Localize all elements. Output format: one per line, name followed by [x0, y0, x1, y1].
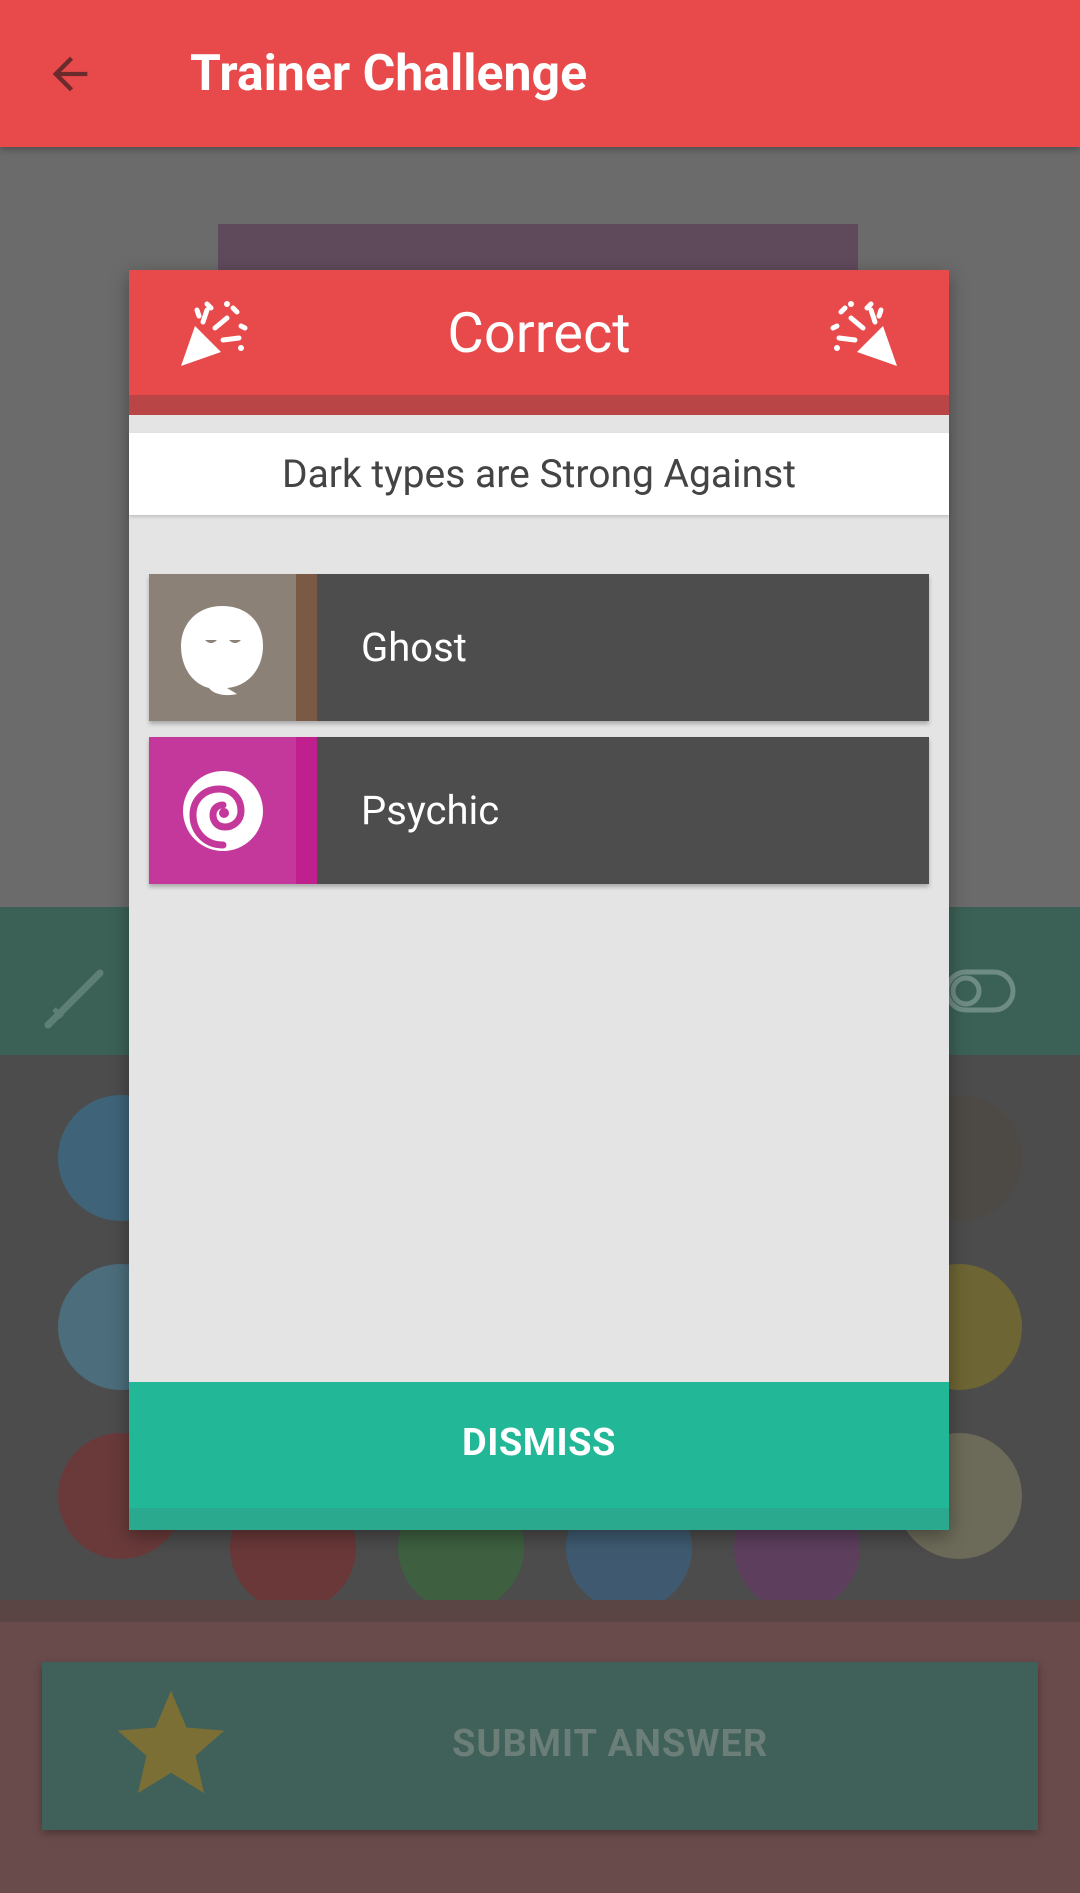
- dismiss-button[interactable]: DISMISS: [129, 1382, 949, 1530]
- star-icon: [117, 1690, 225, 1794]
- submit-answer-label: SUBMIT ANSWER: [452, 1722, 769, 1766]
- app-bar: Trainer Challenge: [0, 0, 1080, 147]
- sword-icon: [44, 969, 104, 1029]
- dialog-header-shadow: [129, 395, 949, 415]
- subtitle-bar: Dark types are Strong Against: [129, 433, 949, 515]
- type-accent-bar: [296, 574, 317, 721]
- dialog-title: Correct: [447, 300, 631, 366]
- type-accent-bar: [296, 737, 317, 884]
- type-icon-box: [149, 574, 296, 721]
- type-icon-box: [149, 737, 296, 884]
- ghost-icon: [181, 606, 263, 696]
- type-label: Psychic: [361, 787, 500, 834]
- dismiss-button-shadow: [129, 1508, 949, 1530]
- result-dialog: Correct Dark types are Strong Against Gh…: [129, 270, 949, 1530]
- submit-area-background: SUBMIT ANSWER: [0, 1600, 1080, 1893]
- submit-answer-button[interactable]: SUBMIT ANSWER: [42, 1662, 1038, 1830]
- page-title: Trainer Challenge: [190, 45, 588, 103]
- toggle-switch-icon[interactable]: [944, 969, 1016, 1013]
- type-row-ghost: Ghost: [149, 574, 929, 721]
- dismiss-label: DISMISS: [462, 1421, 616, 1465]
- party-popper-icon: [830, 301, 897, 366]
- dialog-header: Correct: [129, 270, 949, 395]
- psychic-swirl-icon: [183, 771, 263, 851]
- back-arrow-icon[interactable]: [44, 48, 96, 100]
- dialog-subtitle: Dark types are Strong Against: [281, 451, 797, 497]
- type-label: Ghost: [361, 624, 467, 671]
- type-row-psychic: Psychic: [149, 737, 929, 884]
